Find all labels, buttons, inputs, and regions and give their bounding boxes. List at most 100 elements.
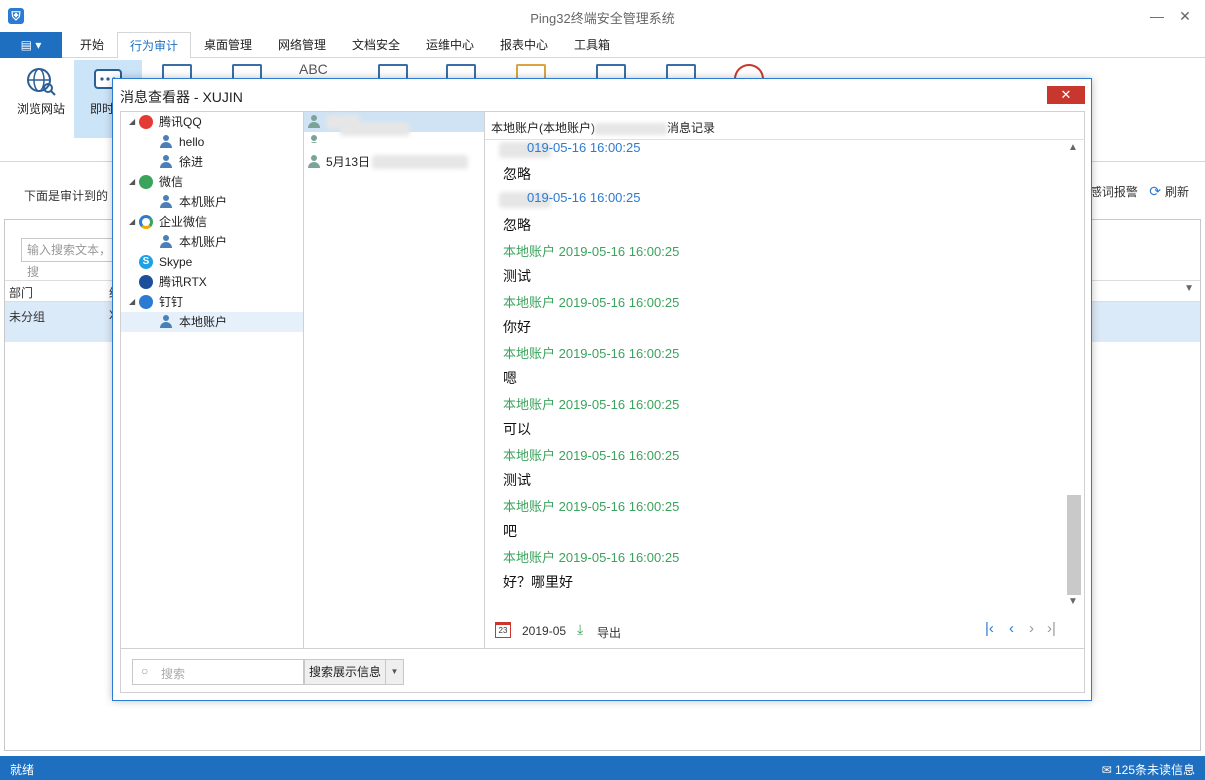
keyword-alert-link[interactable]: 感词报警 xyxy=(1090,185,1138,199)
minimize-button[interactable]: — xyxy=(1146,6,1168,26)
message-meta: 本地账户 2019-05-16 16:00:25 xyxy=(503,295,680,310)
description-text: 下面是审计到的 xyxy=(24,189,109,203)
download-icon[interactable]: ⤓ xyxy=(577,621,583,638)
skype-icon: S xyxy=(139,255,153,269)
export-button[interactable]: 导出 xyxy=(597,624,621,641)
status-text: 就绪 xyxy=(10,763,35,777)
message-scrollbar[interactable]: ▲ ▼ xyxy=(1065,140,1081,610)
list-item[interactable] xyxy=(304,112,484,136)
message-meta: 本地账户 2019-05-16 16:00:25 xyxy=(503,448,680,463)
prev-page-icon[interactable]: ‹ xyxy=(1009,620,1014,637)
tree-label: Skype xyxy=(159,255,193,269)
unread-messages[interactable]: ✉ 125条未读信息 xyxy=(1102,761,1195,778)
search-placeholder: 搜索 xyxy=(161,667,186,681)
message-search-input[interactable]: ○ 搜索 xyxy=(132,659,304,685)
message-meta: 019-05-16 16:00:25 xyxy=(527,190,641,205)
tree-item-dingtalk[interactable]: ◢ 钉钉 xyxy=(121,292,303,312)
first-page-icon[interactable]: |‹ xyxy=(985,620,994,637)
next-page-icon[interactable]: › xyxy=(1029,620,1034,637)
dialog-close-button[interactable]: ✕ xyxy=(1047,86,1085,104)
im-tree: ◢ 腾讯QQ hello 徐进 ◢ 微信 本机账户 ◢ 企业微信 本机账户 S … xyxy=(121,112,304,648)
tree-item-skype[interactable]: S Skype xyxy=(121,252,303,272)
scroll-up-icon[interactable]: ▲ xyxy=(1065,142,1081,153)
list-item[interactable] xyxy=(304,132,484,152)
last-page-icon[interactable]: ›| xyxy=(1047,620,1056,637)
search-input[interactable]: 输入搜索文本，搜 xyxy=(21,238,121,279)
tree-item-dingtalk-local[interactable]: 本地账户 xyxy=(121,312,303,332)
tree-item-xujin[interactable]: 徐进 xyxy=(121,152,303,172)
chevron-down-icon[interactable]: ▼ xyxy=(1184,283,1194,294)
menu-item-desktop[interactable]: 桌面管理 xyxy=(192,32,264,58)
tree-item-qq[interactable]: ◢ 腾讯QQ xyxy=(121,112,303,132)
tree-label: 腾讯RTX xyxy=(159,275,207,289)
file-menu-button[interactable]: ▤ ▾ xyxy=(0,32,62,58)
dingtalk-icon xyxy=(139,295,153,309)
tree-item-wechat[interactable]: ◢ 微信 xyxy=(121,172,303,192)
tree-label: 本机账户 xyxy=(179,235,228,249)
message-text: 你好 xyxy=(503,319,531,335)
browse-web-label: 浏览网站 xyxy=(16,102,65,116)
menu-item-network[interactable]: 网络管理 xyxy=(266,32,338,58)
list-item[interactable]: 5月13日 xyxy=(304,152,484,172)
rtx-icon xyxy=(139,275,153,289)
menu-item-ops[interactable]: 运维中心 xyxy=(414,32,486,58)
message-text: 忽略 xyxy=(503,166,531,182)
chat-header-account: 本地账户(本地账户) xyxy=(491,121,595,135)
scroll-down-icon[interactable]: ▼ xyxy=(1065,596,1081,607)
menu-item-start[interactable]: 开始 xyxy=(68,32,116,58)
wecom-icon xyxy=(139,215,153,229)
collapse-icon[interactable]: ◢ xyxy=(129,112,135,132)
user-icon xyxy=(307,115,321,129)
unread-count: 125条未读信息 xyxy=(1114,763,1195,777)
menu-item-tools[interactable]: 工具箱 xyxy=(562,32,622,58)
chat-header-suffix: 消息记录 xyxy=(667,121,716,135)
message-viewer-dialog: 消息查看器 - XUJIN ✕ ◢ 腾讯QQ hello 徐进 ◢ 微信 本机账… xyxy=(112,78,1092,701)
cell-dept: 未分组 xyxy=(9,310,46,324)
user-icon xyxy=(159,155,173,169)
refresh-icon[interactable]: ⟳ xyxy=(1149,183,1161,199)
abc-icon[interactable]: ABC xyxy=(299,61,328,77)
globe-icon xyxy=(27,68,56,96)
search-icon: ○ xyxy=(141,664,149,678)
scroll-thumb[interactable] xyxy=(1067,495,1081,595)
calendar-icon[interactable]: 23 xyxy=(495,622,511,638)
contact-label: 5月13日 xyxy=(326,155,371,169)
tree-label: 本地账户 xyxy=(179,315,228,329)
collapse-icon[interactable]: ◢ xyxy=(129,212,135,232)
tree-item-wecom[interactable]: ◢ 企业微信 xyxy=(121,212,303,232)
tree-item-wecom-local[interactable]: 本机账户 xyxy=(121,232,303,252)
collapse-icon[interactable]: ◢ xyxy=(129,172,135,192)
date-label[interactable]: 2019-05 xyxy=(522,624,566,638)
search-display-button[interactable]: 搜索展示信息 ▼ xyxy=(304,659,404,685)
refresh-link[interactable]: 刷新 xyxy=(1165,185,1189,199)
tree-label: hello xyxy=(179,135,205,149)
browse-web-button[interactable]: 浏览网站 xyxy=(8,60,74,138)
menu-bar: ▤ ▾ 开始 行为审计 桌面管理 网络管理 文档安全 运维中心 报表中心 工具箱 xyxy=(0,32,1205,59)
message-text: 好？哪里好 xyxy=(503,574,573,590)
message-text: 忽略 xyxy=(503,217,531,233)
menu-item-document[interactable]: 文档安全 xyxy=(340,32,412,58)
tree-item-rtx[interactable]: 腾讯RTX xyxy=(121,272,303,292)
tree-label: 腾讯QQ xyxy=(159,115,202,129)
chat-header: 本地账户(本地账户) 消息记录 xyxy=(491,119,715,136)
status-bar: 就绪 ✉ 125条未读信息 xyxy=(0,756,1205,780)
menu-item-reports[interactable]: 报表中心 xyxy=(488,32,560,58)
column-dept[interactable]: 部门 xyxy=(9,284,33,301)
tree-item-wechat-local[interactable]: 本机账户 xyxy=(121,192,303,212)
message-text: 吧 xyxy=(503,523,517,539)
contact-list: 5月13日 xyxy=(304,112,485,648)
chevron-down-icon[interactable]: ▼ xyxy=(385,660,403,684)
search-display-label: 搜索展示信息 xyxy=(309,665,382,679)
collapse-icon[interactable]: ◢ xyxy=(129,292,135,312)
close-icon[interactable]: ✕ xyxy=(1174,6,1196,26)
message-text: 可以 xyxy=(503,421,531,437)
user-icon xyxy=(159,235,173,249)
dialog-body: ◢ 腾讯QQ hello 徐进 ◢ 微信 本机账户 ◢ 企业微信 本机账户 S … xyxy=(120,111,1085,693)
user-icon xyxy=(159,135,173,149)
chat-panel: 本地账户(本地账户) 消息记录 019-05-16 16:00:25 忽略 019… xyxy=(485,112,1085,648)
qq-icon xyxy=(139,115,153,129)
tree-item-hello[interactable]: hello xyxy=(121,132,303,152)
message-text: 嗯 xyxy=(503,370,517,386)
message-text: 测试 xyxy=(503,472,531,488)
menu-item-behavior-audit[interactable]: 行为审计 xyxy=(117,32,192,59)
